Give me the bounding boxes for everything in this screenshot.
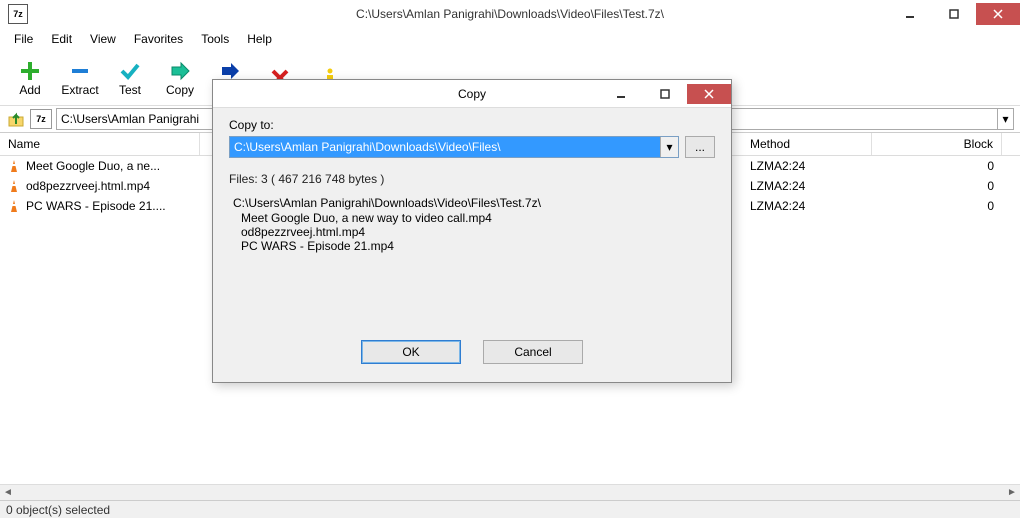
- column-method[interactable]: Method: [732, 133, 872, 155]
- maximize-button[interactable]: [932, 3, 976, 25]
- add-button[interactable]: Add: [6, 52, 54, 104]
- media-file-icon: [8, 159, 22, 173]
- scroll-left-arrow-icon[interactable]: ◄: [0, 485, 16, 501]
- window-controls: [888, 3, 1020, 25]
- dialog-archive-path: C:\Users\Amlan Panigrahi\Downloads\Video…: [233, 196, 715, 210]
- menu-help[interactable]: Help: [239, 30, 280, 48]
- files-summary: Files: 3 ( 467 216 748 bytes ): [229, 172, 715, 186]
- archive-type-icon: 7z: [30, 109, 52, 129]
- close-button[interactable]: [976, 3, 1020, 25]
- test-button[interactable]: Test: [106, 52, 154, 104]
- dialog-close-button[interactable]: [687, 84, 731, 104]
- browse-button[interactable]: ...: [685, 136, 715, 158]
- menu-bar: File Edit View Favorites Tools Help: [0, 28, 1020, 50]
- column-block[interactable]: Block: [872, 133, 1002, 155]
- status-text: 0 object(s) selected: [6, 503, 110, 517]
- file-method: LZMA2:24: [732, 156, 872, 176]
- cancel-button[interactable]: Cancel: [483, 340, 583, 364]
- file-name: PC WARS - Episode 21....: [26, 199, 166, 213]
- dialog-file-line: od8pezzrveej.html.mp4: [241, 225, 715, 239]
- copy-button[interactable]: Copy: [156, 52, 204, 104]
- check-icon: [118, 59, 142, 83]
- copy-arrow-icon: [168, 59, 192, 83]
- maximize-icon: [660, 89, 670, 99]
- minimize-icon: [905, 9, 915, 19]
- up-folder-icon[interactable]: [6, 109, 26, 129]
- dialog-body: Copy to: C:\Users\Amlan Panigrahi\Downlo…: [213, 108, 731, 382]
- scroll-right-arrow-icon[interactable]: ►: [1004, 485, 1020, 501]
- copy-dialog: Copy Copy to: C:\Users\Amlan Panigrahi\D…: [212, 79, 732, 383]
- window-title: C:\Users\Amlan Panigrahi\Downloads\Video…: [356, 7, 664, 21]
- maximize-icon: [949, 9, 959, 19]
- menu-favorites[interactable]: Favorites: [126, 30, 191, 48]
- extract-button[interactable]: Extract: [56, 52, 104, 104]
- minimize-button[interactable]: [888, 3, 932, 25]
- dialog-file-list: C:\Users\Amlan Panigrahi\Downloads\Video…: [233, 196, 715, 253]
- menu-tools[interactable]: Tools: [193, 30, 237, 48]
- test-label: Test: [119, 83, 141, 97]
- address-dropdown-arrow-icon[interactable]: ▾: [998, 108, 1014, 130]
- file-block: 0: [872, 176, 1002, 196]
- close-icon: [993, 9, 1003, 19]
- window-titlebar: 7z C:\Users\Amlan Panigrahi\Downloads\Vi…: [0, 0, 1020, 28]
- dialog-maximize-button[interactable]: [643, 84, 687, 104]
- dialog-file-line: Meet Google Duo, a new way to video call…: [241, 211, 715, 225]
- extract-label: Extract: [61, 83, 98, 97]
- minus-icon: [68, 59, 92, 83]
- copy-to-label: Copy to:: [229, 118, 715, 132]
- copy-to-combobox[interactable]: C:\Users\Amlan Panigrahi\Downloads\Video…: [229, 136, 679, 158]
- dialog-file-line: PC WARS - Episode 21.mp4: [241, 239, 715, 253]
- app-icon: 7z: [8, 4, 28, 24]
- file-block: 0: [872, 156, 1002, 176]
- file-name: od8pezzrveej.html.mp4: [26, 179, 150, 193]
- status-bar: 0 object(s) selected: [0, 500, 1020, 518]
- close-icon: [704, 89, 714, 99]
- dialog-title: Copy: [458, 87, 486, 101]
- ok-button[interactable]: OK: [361, 340, 461, 364]
- plus-icon: [18, 59, 42, 83]
- media-file-icon: [8, 199, 22, 213]
- minimize-icon: [616, 89, 626, 99]
- copy-label: Copy: [166, 83, 194, 97]
- file-block: 0: [872, 196, 1002, 216]
- menu-file[interactable]: File: [6, 30, 41, 48]
- copy-to-value: C:\Users\Amlan Panigrahi\Downloads\Video…: [230, 137, 660, 157]
- file-name: Meet Google Duo, a ne...: [26, 159, 160, 173]
- chevron-down-icon[interactable]: ▾: [660, 137, 678, 157]
- add-label: Add: [19, 83, 40, 97]
- media-file-icon: [8, 179, 22, 193]
- menu-edit[interactable]: Edit: [43, 30, 80, 48]
- file-method: LZMA2:24: [732, 196, 872, 216]
- column-name[interactable]: Name: [0, 133, 200, 155]
- file-method: LZMA2:24: [732, 176, 872, 196]
- dialog-minimize-button[interactable]: [599, 84, 643, 104]
- dialog-titlebar: Copy: [213, 80, 731, 108]
- menu-view[interactable]: View: [82, 30, 124, 48]
- horizontal-scrollbar[interactable]: ◄ ►: [0, 484, 1020, 500]
